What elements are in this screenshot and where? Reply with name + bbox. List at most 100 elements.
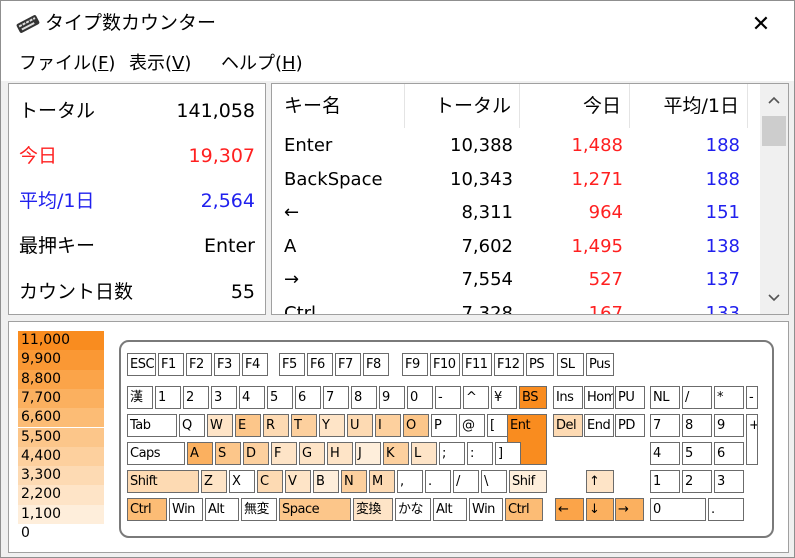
key-muhenkan[interactable]: 無変	[241, 498, 277, 521]
key-3[interactable]: 3	[211, 386, 237, 409]
key-del[interactable]: Del	[553, 414, 583, 437]
table-row[interactable]: Ctrl 7,328 167 133	[272, 297, 760, 315]
key-f1[interactable]: F1	[158, 353, 184, 376]
key-x[interactable]: X	[229, 470, 255, 493]
key-shif[interactable]: Shif	[509, 470, 547, 493]
key-ctrl[interactable]: Ctrl	[127, 498, 167, 521]
key-space[interactable]: Space	[279, 498, 351, 521]
menu-view[interactable]: 表示(V)	[129, 51, 191, 77]
key-7[interactable]: 7	[323, 386, 349, 409]
key-f7[interactable]: F7	[335, 353, 361, 376]
header-average[interactable]: 平均/1日	[630, 84, 748, 128]
key-t[interactable]: T	[291, 414, 317, 437]
key-bs[interactable]: BS	[519, 386, 547, 409]
key-2[interactable]: 2	[682, 470, 712, 493]
key-p[interactable]: P	[431, 414, 457, 437]
key-win[interactable]: Win	[469, 498, 503, 521]
key-end[interactable]: End	[584, 414, 614, 437]
key-v[interactable]: V	[285, 470, 311, 493]
table-row[interactable]: Enter 10,388 1,488 188	[272, 129, 760, 163]
key-f3[interactable]: F3	[214, 353, 240, 376]
key-u[interactable]: U	[347, 414, 373, 437]
key-f11[interactable]: F11	[462, 353, 492, 376]
key-s[interactable]: S	[215, 442, 241, 465]
key-win[interactable]: Win	[169, 498, 203, 521]
table-scrollbar[interactable]	[760, 84, 788, 314]
key-backslash[interactable]: \	[481, 470, 507, 493]
key-asterisk[interactable]: *	[714, 386, 744, 409]
key-c[interactable]: C	[257, 470, 283, 493]
key-esc[interactable]: ESC	[127, 353, 156, 376]
close-button[interactable]: ✕	[728, 1, 794, 47]
key-tab[interactable]: Tab	[127, 414, 177, 437]
key-0[interactable]: 0	[407, 386, 433, 409]
key-d[interactable]: D	[243, 442, 269, 465]
key-z[interactable]: Z	[201, 470, 227, 493]
key-f9[interactable]: F9	[402, 353, 428, 376]
key-w[interactable]: W	[207, 414, 233, 437]
key-arrow-up[interactable]: ↑	[586, 470, 614, 493]
key-y[interactable]: Y	[319, 414, 345, 437]
table-row[interactable]: → 7,554 527 137	[272, 263, 760, 297]
key-yen[interactable]: ¥	[491, 386, 517, 409]
key-9[interactable]: 9	[379, 386, 405, 409]
key-f2[interactable]: F2	[186, 353, 212, 376]
key-shift[interactable]: Shift	[127, 470, 199, 493]
key-caps[interactable]: Caps	[127, 442, 185, 465]
table-row[interactable]: ← 8,311 964 151	[272, 196, 760, 230]
key-f12[interactable]: F12	[494, 353, 524, 376]
key-bracket-close[interactable]: ]	[495, 442, 521, 465]
key-caret[interactable]: ^	[463, 386, 489, 409]
key-i[interactable]: I	[375, 414, 401, 437]
key-8[interactable]: 8	[351, 386, 377, 409]
key-0[interactable]: 0	[650, 498, 706, 521]
scroll-thumb[interactable]	[762, 116, 786, 146]
key-f10[interactable]: F10	[430, 353, 460, 376]
key-f4[interactable]: F4	[242, 353, 268, 376]
key-slash[interactable]: /	[453, 470, 479, 493]
key-arrow-left[interactable]: ←	[555, 498, 584, 521]
key-1[interactable]: 1	[650, 470, 680, 493]
header-today[interactable]: 今日	[520, 84, 630, 128]
key-ps[interactable]: PS	[526, 353, 554, 376]
key-pus[interactable]: Pus	[586, 353, 614, 376]
key-hom[interactable]: Hom	[584, 386, 614, 409]
key-at[interactable]: @	[459, 414, 485, 437]
scroll-up-button[interactable]	[760, 86, 788, 114]
key-b[interactable]: B	[313, 470, 339, 493]
table-row[interactable]: BackSpace 10,343 1,271 188	[272, 163, 760, 197]
key-period[interactable]: .	[708, 498, 744, 521]
key-k[interactable]: K	[383, 442, 409, 465]
key-5[interactable]: 5	[682, 442, 712, 465]
key-6[interactable]: 6	[714, 442, 744, 465]
key-minus[interactable]: -	[746, 386, 758, 409]
key-f5[interactable]: F5	[279, 353, 305, 376]
key-4[interactable]: 4	[650, 442, 680, 465]
key-q[interactable]: Q	[179, 414, 205, 437]
menu-help[interactable]: ヘルプ(H)	[221, 51, 303, 77]
header-total[interactable]: トータル	[405, 84, 520, 128]
key-arrow-right[interactable]: →	[615, 498, 644, 521]
key-arrow-down[interactable]: ↓	[586, 498, 614, 521]
key-alt[interactable]: Alt	[205, 498, 239, 521]
key-f8[interactable]: F8	[363, 353, 389, 376]
header-key-name[interactable]: キー名	[272, 84, 405, 128]
key-ins[interactable]: Ins	[553, 386, 583, 409]
key-kanji[interactable]: 漢	[127, 386, 153, 409]
key-slash[interactable]: /	[682, 386, 712, 409]
key-6[interactable]: 6	[295, 386, 321, 409]
key-pd[interactable]: PD	[615, 414, 645, 437]
key-henkan[interactable]: 変換	[353, 498, 393, 521]
key-a[interactable]: A	[187, 442, 213, 465]
key-e[interactable]: E	[235, 414, 261, 437]
key-1[interactable]: 1	[155, 386, 181, 409]
key-kana[interactable]: かな	[395, 498, 431, 521]
key-minus[interactable]: -	[435, 386, 461, 409]
key-3[interactable]: 3	[714, 470, 744, 493]
key-semicolon[interactable]: ;	[439, 442, 465, 465]
key-5[interactable]: 5	[267, 386, 293, 409]
key-9[interactable]: 9	[714, 414, 744, 437]
key-alt[interactable]: Alt	[433, 498, 467, 521]
key-o[interactable]: O	[403, 414, 429, 437]
key-colon[interactable]: :	[467, 442, 493, 465]
